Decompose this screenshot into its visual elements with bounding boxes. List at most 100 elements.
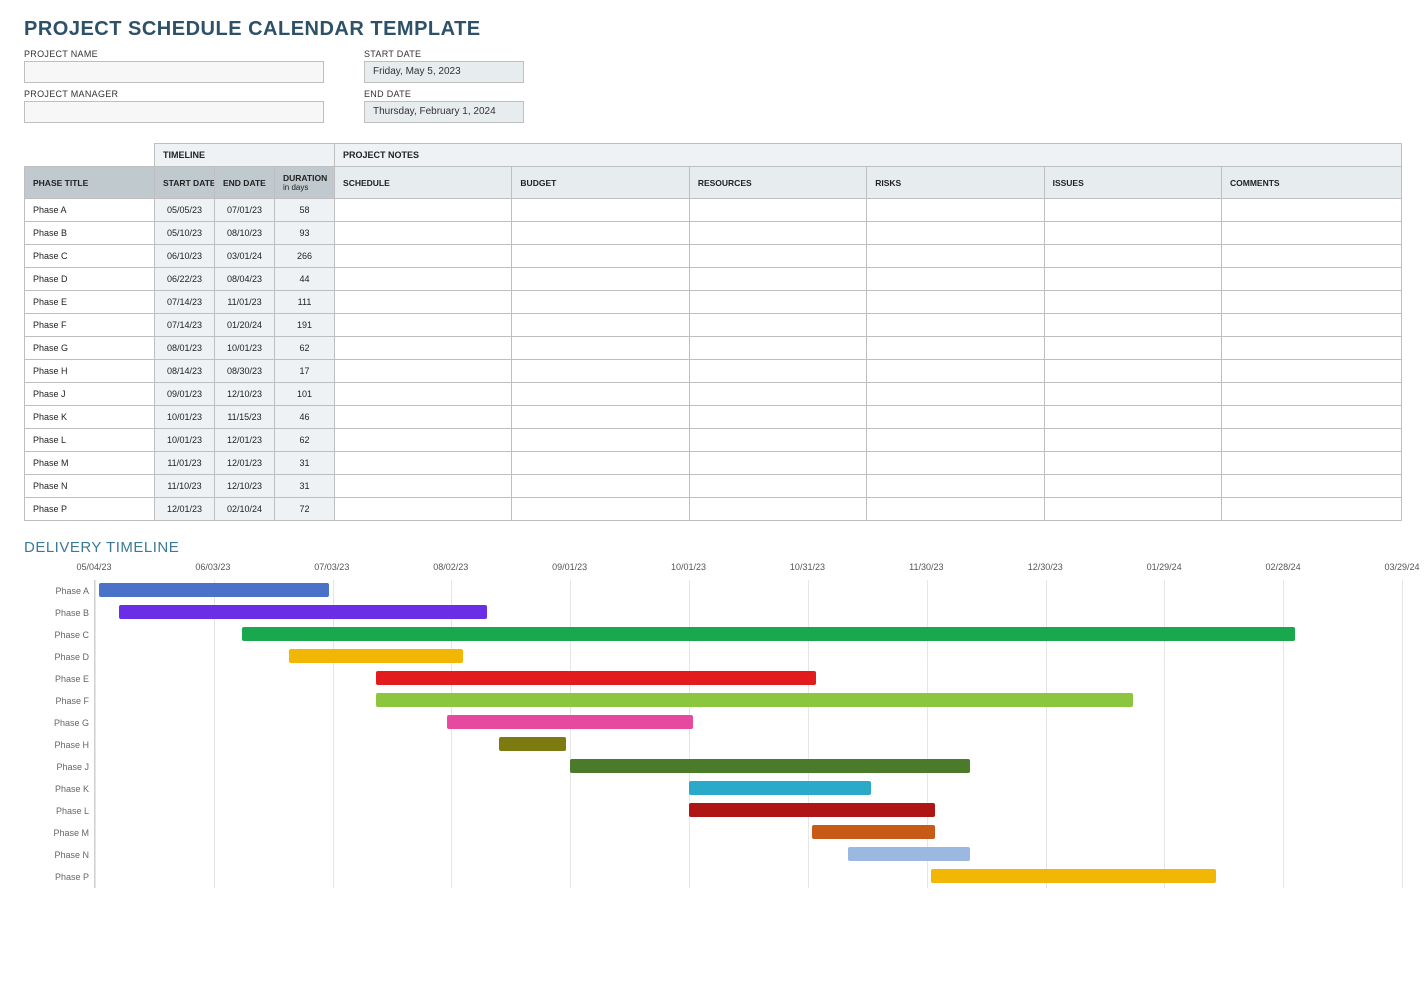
end-cell[interactable]: 12/01/23	[215, 452, 275, 475]
comments-cell[interactable]	[1221, 429, 1401, 452]
budget-cell[interactable]	[512, 337, 689, 360]
risks-cell[interactable]	[867, 406, 1044, 429]
resources-cell[interactable]	[689, 337, 866, 360]
phase-cell[interactable]: Phase B	[25, 222, 155, 245]
comments-cell[interactable]	[1221, 314, 1401, 337]
comments-cell[interactable]	[1221, 222, 1401, 245]
end-cell[interactable]: 10/01/23	[215, 337, 275, 360]
start-cell[interactable]: 11/10/23	[155, 475, 215, 498]
end-cell[interactable]: 02/10/24	[215, 498, 275, 521]
comments-cell[interactable]	[1221, 498, 1401, 521]
comments-cell[interactable]	[1221, 245, 1401, 268]
budget-cell[interactable]	[512, 360, 689, 383]
schedule-cell[interactable]	[335, 406, 512, 429]
end-cell[interactable]: 08/04/23	[215, 268, 275, 291]
schedule-cell[interactable]	[335, 199, 512, 222]
issues-cell[interactable]	[1044, 429, 1221, 452]
budget-cell[interactable]	[512, 199, 689, 222]
budget-cell[interactable]	[512, 383, 689, 406]
resources-cell[interactable]	[689, 291, 866, 314]
end-cell[interactable]: 08/30/23	[215, 360, 275, 383]
phase-cell[interactable]: Phase H	[25, 360, 155, 383]
schedule-cell[interactable]	[335, 429, 512, 452]
start-cell[interactable]: 08/14/23	[155, 360, 215, 383]
schedule-cell[interactable]	[335, 383, 512, 406]
resources-cell[interactable]	[689, 498, 866, 521]
phase-cell[interactable]: Phase E	[25, 291, 155, 314]
risks-cell[interactable]	[867, 360, 1044, 383]
comments-cell[interactable]	[1221, 383, 1401, 406]
budget-cell[interactable]	[512, 498, 689, 521]
resources-cell[interactable]	[689, 314, 866, 337]
risks-cell[interactable]	[867, 452, 1044, 475]
start-cell[interactable]: 11/01/23	[155, 452, 215, 475]
resources-cell[interactable]	[689, 268, 866, 291]
phase-cell[interactable]: Phase M	[25, 452, 155, 475]
schedule-cell[interactable]	[335, 337, 512, 360]
schedule-cell[interactable]	[335, 222, 512, 245]
budget-cell[interactable]	[512, 475, 689, 498]
phase-cell[interactable]: Phase D	[25, 268, 155, 291]
issues-cell[interactable]	[1044, 383, 1221, 406]
start-cell[interactable]: 09/01/23	[155, 383, 215, 406]
budget-cell[interactable]	[512, 291, 689, 314]
end-cell[interactable]: 12/01/23	[215, 429, 275, 452]
start-cell[interactable]: 07/14/23	[155, 314, 215, 337]
issues-cell[interactable]	[1044, 360, 1221, 383]
phase-cell[interactable]: Phase G	[25, 337, 155, 360]
budget-cell[interactable]	[512, 222, 689, 245]
end-cell[interactable]: 03/01/24	[215, 245, 275, 268]
resources-cell[interactable]	[689, 245, 866, 268]
end-cell[interactable]: 11/01/23	[215, 291, 275, 314]
start-cell[interactable]: 06/22/23	[155, 268, 215, 291]
end-cell[interactable]: 07/01/23	[215, 199, 275, 222]
phase-cell[interactable]: Phase P	[25, 498, 155, 521]
risks-cell[interactable]	[867, 291, 1044, 314]
comments-cell[interactable]	[1221, 406, 1401, 429]
resources-cell[interactable]	[689, 429, 866, 452]
end-cell[interactable]: 01/20/24	[215, 314, 275, 337]
budget-cell[interactable]	[512, 314, 689, 337]
budget-cell[interactable]	[512, 452, 689, 475]
start-cell[interactable]: 10/01/23	[155, 406, 215, 429]
schedule-cell[interactable]	[335, 360, 512, 383]
schedule-cell[interactable]	[335, 452, 512, 475]
issues-cell[interactable]	[1044, 314, 1221, 337]
phase-cell[interactable]: Phase K	[25, 406, 155, 429]
issues-cell[interactable]	[1044, 199, 1221, 222]
schedule-cell[interactable]	[335, 268, 512, 291]
issues-cell[interactable]	[1044, 268, 1221, 291]
budget-cell[interactable]	[512, 245, 689, 268]
start-cell[interactable]: 08/01/23	[155, 337, 215, 360]
risks-cell[interactable]	[867, 222, 1044, 245]
issues-cell[interactable]	[1044, 452, 1221, 475]
phase-cell[interactable]: Phase J	[25, 383, 155, 406]
issues-cell[interactable]	[1044, 337, 1221, 360]
risks-cell[interactable]	[867, 383, 1044, 406]
risks-cell[interactable]	[867, 498, 1044, 521]
schedule-cell[interactable]	[335, 245, 512, 268]
schedule-cell[interactable]	[335, 475, 512, 498]
start-cell[interactable]: 06/10/23	[155, 245, 215, 268]
risks-cell[interactable]	[867, 245, 1044, 268]
resources-cell[interactable]	[689, 222, 866, 245]
phase-cell[interactable]: Phase A	[25, 199, 155, 222]
end-cell[interactable]: 08/10/23	[215, 222, 275, 245]
phase-cell[interactable]: Phase F	[25, 314, 155, 337]
issues-cell[interactable]	[1044, 222, 1221, 245]
start-cell[interactable]: 12/01/23	[155, 498, 215, 521]
risks-cell[interactable]	[867, 337, 1044, 360]
comments-cell[interactable]	[1221, 475, 1401, 498]
comments-cell[interactable]	[1221, 337, 1401, 360]
risks-cell[interactable]	[867, 314, 1044, 337]
end-cell[interactable]: 12/10/23	[215, 383, 275, 406]
end-cell[interactable]: 11/15/23	[215, 406, 275, 429]
issues-cell[interactable]	[1044, 291, 1221, 314]
start-cell[interactable]: 05/05/23	[155, 199, 215, 222]
risks-cell[interactable]	[867, 199, 1044, 222]
budget-cell[interactable]	[512, 268, 689, 291]
comments-cell[interactable]	[1221, 360, 1401, 383]
start-cell[interactable]: 05/10/23	[155, 222, 215, 245]
schedule-cell[interactable]	[335, 291, 512, 314]
end-cell[interactable]: 12/10/23	[215, 475, 275, 498]
